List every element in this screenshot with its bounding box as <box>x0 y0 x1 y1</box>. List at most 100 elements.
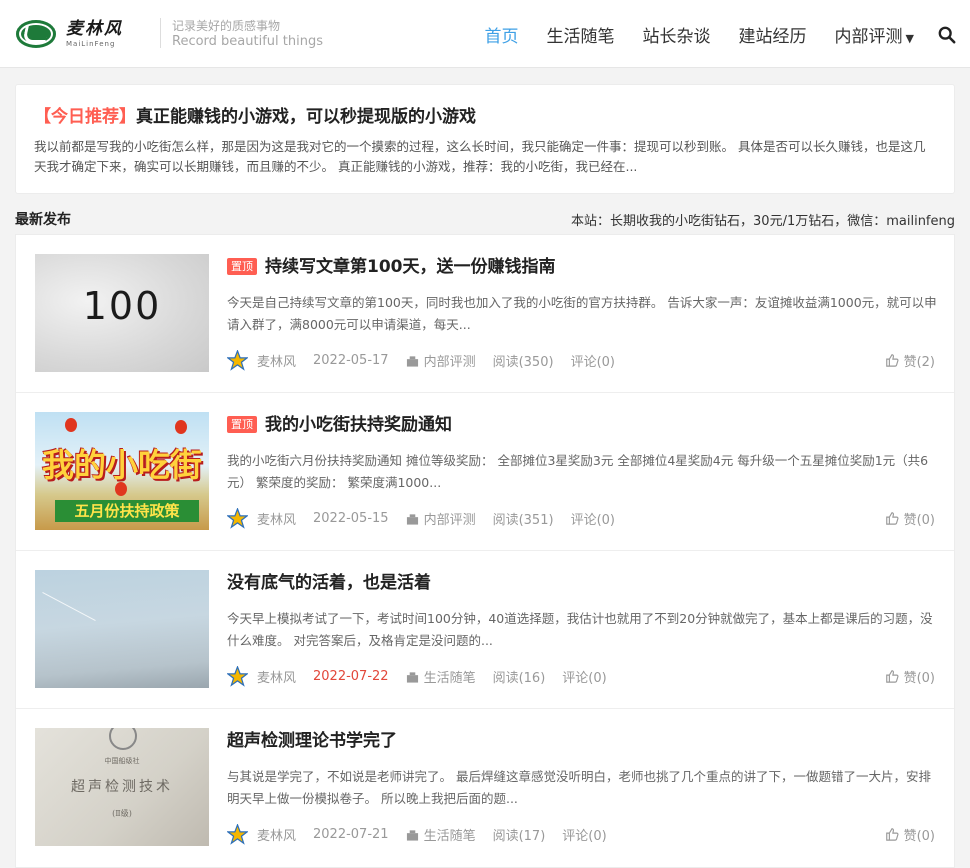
like-count: 赞(0) <box>903 512 935 528</box>
post-date: 2022-07-21 <box>313 826 389 842</box>
thumbnail-text: 我的小吃街 <box>41 446 202 484</box>
post-title-text: 超声检测理论书学完了 <box>227 731 397 751</box>
post-title-text: 没有底气的活着，也是活着 <box>227 573 431 593</box>
today-recommend: 【今日推荐】真正能赚钱的小游戏，可以秒提现版的小游戏 我以前都是写我的小吃街怎么… <box>15 84 955 194</box>
category-icon <box>406 829 418 841</box>
like-button[interactable]: 赞(0) <box>885 506 935 530</box>
post-excerpt: 我的小吃街六月份扶持奖励通知 摊位等级奖励： 全部摊位3星奖励3元 全部摊位4星… <box>227 453 929 490</box>
section-title: 最新发布 <box>15 212 71 228</box>
post-author[interactable]: 麦林风 <box>257 825 296 844</box>
post-title[interactable]: 置顶 我的小吃街扶持奖励通知 <box>227 413 452 437</box>
like-count: 赞(2) <box>903 354 935 370</box>
sticky-badge: 置顶 <box>227 416 257 433</box>
site-logo[interactable]: 麦林风 MaiLinFeng <box>16 18 123 50</box>
thumbnail-subtext: 五月份扶持政策 <box>55 500 199 522</box>
post-comments[interactable]: 评论(0) <box>571 509 615 528</box>
book-publisher: 中国船级社 <box>104 757 140 765</box>
avatar <box>227 349 248 371</box>
post-date: 2022-07-22 <box>313 668 389 684</box>
recommend-title-text: 真正能赚钱的小游戏，可以秒提现版的小游戏 <box>136 107 476 127</box>
post-reads: 阅读(16) <box>492 670 546 686</box>
post-category[interactable]: 内部评测 <box>406 351 476 370</box>
sky-streak-decoration <box>42 591 96 622</box>
like-count: 赞(0) <box>903 670 935 686</box>
post-meta: 麦林风 2022-05-17 内部评测 阅读(350) 评论(0) <box>227 348 632 372</box>
post-item: 中国船级社 超声检测技术 (Ⅱ级) 超声检测理论书学完了 与其说是学完了，不如说… <box>16 709 954 867</box>
like-button[interactable]: 赞(0) <box>885 822 935 846</box>
site-slogan: 记录美好的质感事物 Record beautiful things <box>172 19 323 49</box>
post-title-text: 我的小吃街扶持奖励通知 <box>265 415 452 435</box>
chevron-down-icon: ▼ <box>905 31 914 45</box>
like-count: 赞(0) <box>903 828 935 844</box>
avatar <box>227 507 248 529</box>
post-date: 2022-05-15 <box>313 510 389 526</box>
post-date: 2022-05-17 <box>313 352 389 368</box>
nav-item-life[interactable]: 生活随笔 <box>547 22 615 47</box>
post-title-text: 持续写文章第100天，送一份赚钱指南 <box>265 257 556 277</box>
post-comments[interactable]: 评论(0) <box>562 667 606 686</box>
post-reads: 阅读(350) <box>492 354 554 370</box>
category-icon <box>406 671 418 683</box>
logo-emblem-icon <box>16 20 56 48</box>
post-item: 没有底气的活着，也是活着 今天早上模拟考试了一下，考试时间100分钟，40道选择… <box>16 551 954 709</box>
post-meta: 麦林风 2022-07-22 生活随笔 阅读(16) 评论(0) <box>227 664 624 688</box>
logo-text: 麦林风 MaiLinFeng <box>66 18 123 48</box>
slogan-cn: 记录美好的质感事物 <box>172 19 281 33</box>
book-level: (Ⅱ级) <box>112 809 132 818</box>
section-note: 本站：长期收我的小吃街钻石，30元/1万钻石，微信：mailinfeng <box>571 214 955 229</box>
post-category[interactable]: 内部评测 <box>406 509 476 528</box>
thumbs-up-icon <box>885 512 899 525</box>
category-icon <box>406 513 418 525</box>
post-thumbnail[interactable]: 中国船级社 超声检测技术 (Ⅱ级) <box>35 728 209 846</box>
post-author[interactable]: 麦林风 <box>257 509 296 528</box>
post-comments[interactable]: 评论(0) <box>571 351 615 370</box>
category-icon <box>406 355 418 367</box>
logo-name-en: MaiLinFeng <box>66 39 116 48</box>
nav-item-talk[interactable]: 站长杂谈 <box>643 22 711 47</box>
logo-name: 麦林风 <box>66 18 123 39</box>
post-thumbnail[interactable] <box>35 570 209 688</box>
post-list: 100 置顶 持续写文章第100天，送一份赚钱指南 今天是自己持续写文章的第100… <box>15 234 955 868</box>
slogan-en: Record beautiful things <box>172 34 323 49</box>
post-meta: 麦林风 2022-05-15 内部评测 阅读(351) 评论(0) <box>227 506 632 530</box>
nav-item-review[interactable]: 内部评测 ▼ <box>835 22 914 47</box>
lantern-decoration <box>65 418 77 432</box>
post-category[interactable]: 生活随笔 <box>406 667 476 686</box>
thumbs-up-icon <box>885 670 899 683</box>
post-excerpt: 今天是自己持续写文章的第100天，同时我也加入了我的小吃街的官方扶持群。 告诉大… <box>227 295 937 332</box>
search-icon[interactable] <box>938 26 956 44</box>
post-thumbnail[interactable]: 我的小吃街 五月份扶持政策 <box>35 412 209 530</box>
thumbs-up-icon <box>885 354 899 367</box>
recommend-title[interactable]: 【今日推荐】真正能赚钱的小游戏，可以秒提现版的小游戏 <box>34 105 936 129</box>
post-title[interactable]: 没有底气的活着，也是活着 <box>227 571 431 595</box>
nav-item-build[interactable]: 建站经历 <box>739 22 807 47</box>
avatar <box>227 823 248 845</box>
post-category-label: 内部评测 <box>423 512 476 528</box>
nav-item-home[interactable]: 首页 <box>485 22 519 47</box>
book-emblem-icon <box>109 728 137 750</box>
post-item: 我的小吃街 五月份扶持政策 置顶 我的小吃街扶持奖励通知 我的小吃街六月份扶持奖励… <box>16 393 954 551</box>
post-comments[interactable]: 评论(0) <box>562 825 606 844</box>
post-thumbnail[interactable]: 100 <box>35 254 209 372</box>
post-title[interactable]: 置顶 持续写文章第100天，送一份赚钱指南 <box>227 255 556 279</box>
recommend-desc: 我以前都是写我的小吃街怎么样，那是因为这是我对它的一个摸索的过程，这么长时间，我… <box>34 139 926 174</box>
post-excerpt: 今天早上模拟考试了一下，考试时间100分钟，40道选择题，我估计也就用了不到20… <box>227 611 933 648</box>
post-category-label: 生活随笔 <box>423 828 476 844</box>
logo-divider <box>160 18 161 48</box>
thumbnail-text: 100 <box>82 284 162 328</box>
post-item: 100 置顶 持续写文章第100天，送一份赚钱指南 今天是自己持续写文章的第100… <box>16 235 954 393</box>
post-author[interactable]: 麦林风 <box>257 667 296 686</box>
book-title: 超声检测技术 <box>71 779 173 795</box>
post-category[interactable]: 生活随笔 <box>406 825 476 844</box>
post-author[interactable]: 麦林风 <box>257 351 296 370</box>
like-button[interactable]: 赞(2) <box>885 348 935 372</box>
post-excerpt: 与其说是学完了，不如说是老师讲完了。 最后焊缝这章感觉没听明白，老师也挑了几个重… <box>227 769 931 806</box>
avatar <box>227 665 248 687</box>
post-reads: 阅读(351) <box>492 512 554 528</box>
thumbs-up-icon <box>885 828 899 841</box>
main-nav: 首页 生活随笔 站长杂谈 建站经历 内部评测 ▼ <box>457 0 914 68</box>
post-title[interactable]: 超声检测理论书学完了 <box>227 729 397 753</box>
post-category-label: 内部评测 <box>423 354 476 370</box>
like-button[interactable]: 赞(0) <box>885 664 935 688</box>
post-reads: 阅读(17) <box>492 828 546 844</box>
